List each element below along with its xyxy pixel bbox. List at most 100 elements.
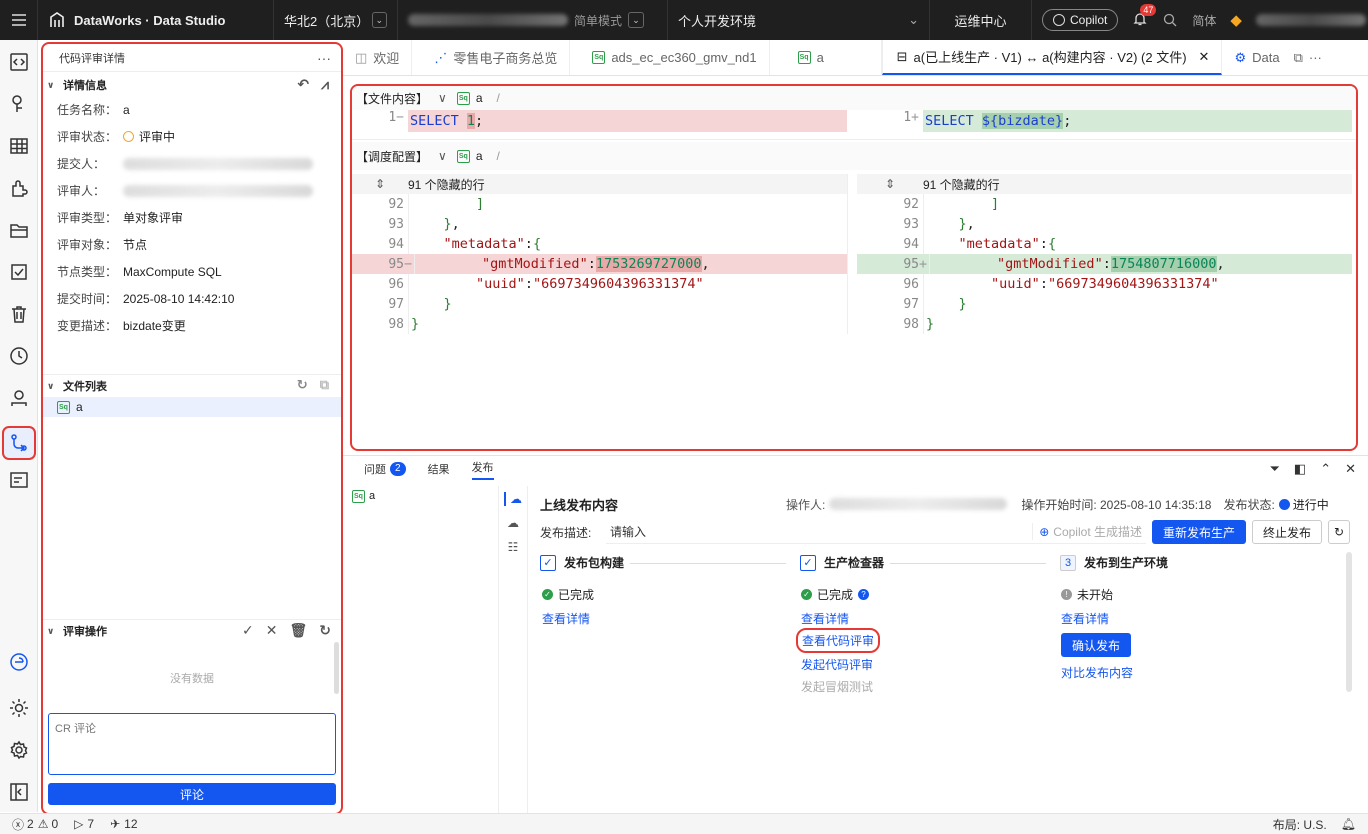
checklist-icon[interactable] [7, 260, 31, 284]
cloud-download-icon[interactable]: ☁ [507, 516, 519, 530]
list-icon[interactable]: ☷ [508, 540, 519, 554]
hidden-rows-bar[interactable]: ⇕ 91 个隐藏的行 [857, 174, 1352, 194]
logo[interactable]: DataWorks · Data Studio [38, 0, 274, 40]
trash-icon[interactable] [7, 302, 31, 326]
chevron-up-icon[interactable]: ⌃ [1320, 461, 1331, 477]
refresh-button[interactable]: ↻ [1328, 520, 1350, 544]
chevron-down-icon[interactable]: ∨ [438, 149, 447, 163]
user-icon[interactable] [7, 386, 31, 410]
share-icon[interactable]: ⩘ [321, 76, 329, 93]
refresh-icon[interactable]: ↻ [319, 622, 331, 639]
chevron-down-icon[interactable]: ∨ [47, 381, 59, 392]
chevron-down-icon: ⌄ [628, 12, 645, 28]
close-icon[interactable]: ✕ [1199, 49, 1210, 65]
delete-trash-icon[interactable]: 🗑 [289, 622, 307, 639]
tab-results[interactable]: 结果 [428, 461, 450, 477]
detail-key: 节点类型： [57, 265, 118, 279]
reject-close-icon[interactable]: ✕ [266, 622, 278, 639]
tab-diff[interactable]: ⊟ a(已上线生产 · V1) ↔ a(构建内容 · V2) (2 文件) ✕ [881, 40, 1223, 75]
tab-welcome[interactable]: ◫ 欢迎 [343, 40, 413, 75]
file-content-header[interactable]: 【文件内容】 ∨ Sq a / [352, 86, 1356, 110]
comment-button[interactable]: 评论 [48, 783, 336, 805]
code-editor-icon[interactable] [7, 50, 31, 74]
chevron-down-icon[interactable]: ∨ [47, 626, 59, 637]
copilot-generate[interactable]: ⊕ Copilot 生成描述 [1032, 523, 1142, 540]
language-switch[interactable]: 简体 [1192, 12, 1216, 29]
table-icon[interactable] [7, 134, 31, 158]
stop-publish-button[interactable]: 终止发布 [1252, 520, 1322, 544]
sends-indicator[interactable]: ✈ 12 [110, 817, 137, 831]
notification-button[interactable]: 47 [1132, 3, 1157, 30]
help-icon[interactable]: ? [858, 589, 870, 600]
tab-retail-overview[interactable]: ⋰ 零售电子商务总览 [412, 40, 571, 75]
close-icon[interactable]: ✕ [1345, 461, 1356, 477]
code-token: SELECT [925, 113, 982, 129]
errors-indicator[interactable]: ⓧ 2 [12, 816, 34, 833]
confirm-publish-button[interactable]: 确认发布 [1061, 633, 1131, 657]
scrollbar[interactable] [1346, 552, 1352, 692]
republish-button[interactable]: 重新发布生产 [1152, 520, 1246, 544]
folder-icon[interactable] [7, 218, 31, 242]
diff-line: 96 "uuid":"6697349604396331374" [857, 274, 1352, 294]
split-panel-icon[interactable]: ◧ [1294, 461, 1306, 477]
confirm-publish-label: 确认发布 [1071, 638, 1120, 653]
publish-file-item[interactable]: Sq a [343, 486, 499, 506]
data-source-icon[interactable] [7, 92, 31, 116]
tab-issues[interactable]: 问题 2 [364, 461, 406, 477]
layout-indicator[interactable]: 布局: U.S. [1273, 816, 1327, 833]
copilot-button[interactable]: Copilot [1042, 9, 1119, 31]
desc-input[interactable]: 请输入 ⊕ Copilot 生成描述 [606, 520, 1146, 544]
workspace-select[interactable]: 简单模式 ⌄ [398, 0, 668, 40]
compare-publish-link[interactable]: 对比发布内容 [1061, 664, 1133, 681]
split-editor-icon[interactable]: ⧉ [1294, 50, 1303, 66]
chevron-down-icon[interactable]: ∨ [47, 80, 59, 91]
view-details-link[interactable]: 查看详情 [801, 610, 849, 627]
publish-status-value: 进行中 [1292, 497, 1329, 512]
theme-sun-icon[interactable] [7, 696, 31, 720]
user-account[interactable] [1255, 14, 1366, 26]
view-code-review-link[interactable]: 查看代码评审 [796, 628, 881, 653]
view-details-link[interactable]: 查看详情 [1061, 610, 1109, 627]
more-icon[interactable]: ··· [317, 50, 331, 66]
runs-indicator[interactable]: ▷ 7 [74, 817, 94, 831]
environment-select[interactable]: 个人开发环境 ⌄ [668, 0, 930, 40]
expand-icon[interactable]: ⇕ [857, 177, 923, 191]
file-list-item[interactable]: Sq a [43, 397, 341, 417]
environment-label: 个人开发环境 [678, 13, 757, 29]
copilot-side-icon[interactable] [7, 650, 31, 674]
terminal-icon[interactable] [7, 468, 31, 492]
region-select[interactable]: 华北2（北京） ⌄ [274, 0, 398, 40]
scrollbar[interactable] [334, 642, 339, 694]
detail-row: 任务名称： a [43, 96, 341, 123]
start-code-review-link[interactable]: 发起代码评审 [801, 656, 873, 673]
copy-icon[interactable]: ⧉ [320, 377, 329, 393]
cloud-upload-icon[interactable]: ☁ [504, 492, 522, 506]
view-details-link[interactable]: 查看详情 [542, 610, 590, 627]
hidden-rows-bar[interactable]: ⇕ 91 个隐藏的行 [352, 174, 847, 194]
expand-icon[interactable]: ⇕ [352, 177, 408, 191]
more-icon[interactable]: ··· [1309, 50, 1322, 65]
menu-button[interactable] [0, 0, 38, 40]
tab-a[interactable]: Sq a [770, 40, 882, 75]
history-icon[interactable] [7, 344, 31, 368]
plugin-icon[interactable] [7, 176, 31, 200]
approve-check-icon[interactable]: ✓ [242, 622, 254, 639]
comment-textarea[interactable] [48, 713, 336, 775]
filter-icon[interactable]: ⏷ [1269, 461, 1279, 477]
undo-icon[interactable]: ↶ [297, 76, 309, 93]
settings-gear-icon[interactable] [7, 738, 31, 762]
tab-ads-gmv[interactable]: Sq ads_ec_ec360_gmv_nd1 [570, 40, 770, 75]
bell-icon[interactable]: 🔔︎ [1341, 817, 1356, 831]
schedule-config-header[interactable]: 【调度配置】 ∨ Sq a / [352, 142, 1356, 170]
warnings-indicator[interactable]: ⚠ 0 [38, 817, 58, 831]
publish-status-label: 发布状态: [1223, 497, 1275, 512]
chevron-down-icon[interactable]: ∨ [438, 91, 447, 105]
search-icon[interactable] [1162, 12, 1178, 28]
code-review-icon[interactable] [2, 426, 36, 460]
refresh-icon[interactable]: ↻ [297, 377, 308, 393]
collapse-sidebar-icon[interactable] [7, 780, 31, 804]
ops-center-link[interactable]: 运维中心 [930, 0, 1032, 40]
detail-value: 2025-08-10 14:42:10 [123, 291, 235, 306]
tab-publish[interactable]: 发布 [471, 458, 494, 480]
tab-data[interactable]: ⚙ Data ⧉ ··· [1222, 40, 1333, 75]
